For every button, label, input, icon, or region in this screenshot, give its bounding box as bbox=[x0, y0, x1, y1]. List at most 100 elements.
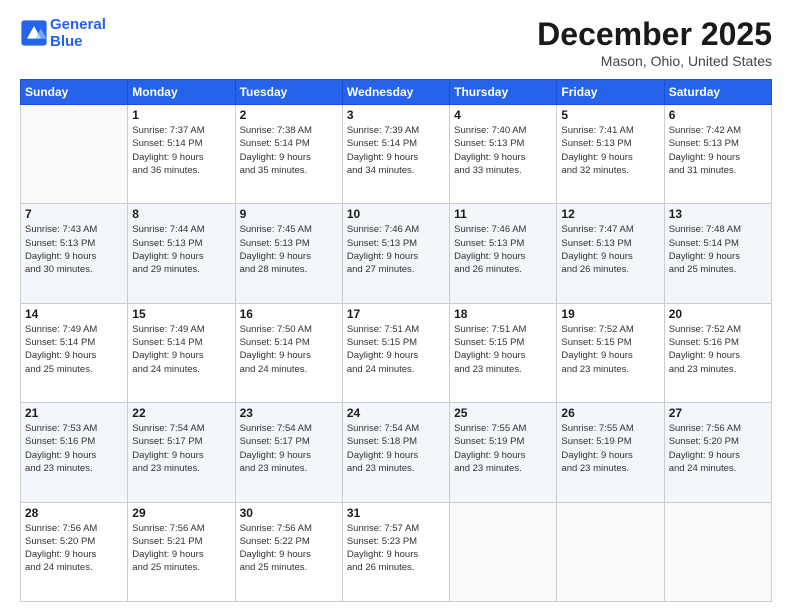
calendar-cell: 7 Sunrise: 7:43 AM Sunset: 5:13 PM Daylig… bbox=[21, 204, 128, 303]
day-number: 19 bbox=[561, 307, 659, 321]
day-info: Sunrise: 7:52 AM Sunset: 5:15 PM Dayligh… bbox=[561, 323, 659, 376]
calendar-cell: 25 Sunrise: 7:55 AM Sunset: 5:19 PM Dayli… bbox=[450, 403, 557, 502]
calendar-week-row: 14 Sunrise: 7:49 AM Sunset: 5:14 PM Dayli… bbox=[21, 303, 772, 402]
calendar-cell: 23Sunrise: 7:54 AM Sunset: 5:17 PM Dayli… bbox=[235, 403, 342, 502]
day-number: 5 bbox=[561, 108, 659, 122]
day-number: 1 bbox=[132, 108, 230, 122]
day-info: Sunrise: 7:52 AM Sunset: 5:16 PM Dayligh… bbox=[669, 323, 767, 376]
calendar-cell: 20 Sunrise: 7:52 AM Sunset: 5:16 PM Dayli… bbox=[664, 303, 771, 402]
day-number: 28 bbox=[25, 506, 123, 520]
page-container: General Blue December 2025 Mason, Ohio, … bbox=[0, 0, 792, 612]
day-number: 16 bbox=[240, 307, 338, 321]
day-info: Sunrise: 7:37 AM Sunset: 5:14 PM Dayligh… bbox=[132, 124, 230, 177]
day-number: 25 bbox=[454, 406, 552, 420]
day-info: Sunrise: 7:56 AM Sunset: 5:20 PM Dayligh… bbox=[25, 522, 123, 575]
day-number: 3 bbox=[347, 108, 445, 122]
day-info: Sunrise: 7:50 AM Sunset: 5:14 PM Dayligh… bbox=[240, 323, 338, 376]
day-info: Sunrise: 7:46 AM Sunset: 5:13 PM Dayligh… bbox=[454, 223, 552, 276]
day-info: Sunrise: 7:42 AM Sunset: 5:13 PM Dayligh… bbox=[669, 124, 767, 177]
weekday-header-saturday: Saturday bbox=[664, 80, 771, 105]
day-info: Sunrise: 7:54 AM Sunset: 5:17 PM Dayligh… bbox=[132, 422, 230, 475]
location: Mason, Ohio, United States bbox=[537, 53, 772, 69]
calendar-cell: 22 Sunrise: 7:54 AM Sunset: 5:17 PM Dayli… bbox=[128, 403, 235, 502]
calendar-cell: 4 Sunrise: 7:40 AM Sunset: 5:13 PM Daylig… bbox=[450, 105, 557, 204]
day-info: Sunrise: 7:56 AM Sunset: 5:22 PM Dayligh… bbox=[240, 522, 338, 575]
day-number: 9 bbox=[240, 207, 338, 221]
day-info: Sunrise: 7:56 AM Sunset: 5:21 PM Dayligh… bbox=[132, 522, 230, 575]
weekday-header-tuesday: Tuesday bbox=[235, 80, 342, 105]
calendar-cell: 30 Sunrise: 7:56 AM Sunset: 5:22 PM Dayli… bbox=[235, 502, 342, 601]
day-number: 4 bbox=[454, 108, 552, 122]
calendar-cell bbox=[450, 502, 557, 601]
day-number: 23 bbox=[240, 406, 338, 420]
calendar-cell: 16 Sunrise: 7:50 AM Sunset: 5:14 PM Dayli… bbox=[235, 303, 342, 402]
logo: General Blue bbox=[20, 16, 106, 51]
day-number: 11 bbox=[454, 207, 552, 221]
day-info: Sunrise: 7:48 AM Sunset: 5:14 PM Dayligh… bbox=[669, 223, 767, 276]
weekday-header-friday: Friday bbox=[557, 80, 664, 105]
calendar-cell bbox=[557, 502, 664, 601]
day-info: Sunrise: 7:56 AM Sunset: 5:20 PM Dayligh… bbox=[669, 422, 767, 475]
day-info: Sunrise: 7:45 AM Sunset: 5:13 PM Dayligh… bbox=[240, 223, 338, 276]
day-number: 31 bbox=[347, 506, 445, 520]
day-number: 26 bbox=[561, 406, 659, 420]
calendar-week-row: 1 Sunrise: 7:37 AM Sunset: 5:14 PM Daylig… bbox=[21, 105, 772, 204]
calendar-table: SundayMondayTuesdayWednesdayThursdayFrid… bbox=[20, 79, 772, 602]
calendar-cell: 1 Sunrise: 7:37 AM Sunset: 5:14 PM Daylig… bbox=[128, 105, 235, 204]
day-number: 14 bbox=[25, 307, 123, 321]
header: General Blue December 2025 Mason, Ohio, … bbox=[20, 16, 772, 69]
day-number: 29 bbox=[132, 506, 230, 520]
day-info: Sunrise: 7:54 AM Sunset: 5:18 PM Dayligh… bbox=[347, 422, 445, 475]
day-number: 24 bbox=[347, 406, 445, 420]
calendar-cell: 15 Sunrise: 7:49 AM Sunset: 5:14 PM Dayli… bbox=[128, 303, 235, 402]
calendar-cell: 13Sunrise: 7:48 AM Sunset: 5:14 PM Dayli… bbox=[664, 204, 771, 303]
day-number: 10 bbox=[347, 207, 445, 221]
day-number: 15 bbox=[132, 307, 230, 321]
calendar-cell: 14 Sunrise: 7:49 AM Sunset: 5:14 PM Dayli… bbox=[21, 303, 128, 402]
weekday-header-wednesday: Wednesday bbox=[342, 80, 449, 105]
day-info: Sunrise: 7:47 AM Sunset: 5:13 PM Dayligh… bbox=[561, 223, 659, 276]
day-info: Sunrise: 7:55 AM Sunset: 5:19 PM Dayligh… bbox=[454, 422, 552, 475]
calendar-cell: 8Sunrise: 7:44 AM Sunset: 5:13 PM Daylig… bbox=[128, 204, 235, 303]
day-number: 30 bbox=[240, 506, 338, 520]
day-number: 21 bbox=[25, 406, 123, 420]
calendar-cell: 21Sunrise: 7:53 AM Sunset: 5:16 PM Dayli… bbox=[21, 403, 128, 502]
day-number: 20 bbox=[669, 307, 767, 321]
day-info: Sunrise: 7:40 AM Sunset: 5:13 PM Dayligh… bbox=[454, 124, 552, 177]
calendar-cell: 24 Sunrise: 7:54 AM Sunset: 5:18 PM Dayli… bbox=[342, 403, 449, 502]
calendar-week-row: 7 Sunrise: 7:43 AM Sunset: 5:13 PM Daylig… bbox=[21, 204, 772, 303]
calendar-cell: 5 Sunrise: 7:41 AM Sunset: 5:13 PM Daylig… bbox=[557, 105, 664, 204]
weekday-header-sunday: Sunday bbox=[21, 80, 128, 105]
title-block: December 2025 Mason, Ohio, United States bbox=[537, 16, 772, 69]
calendar-cell: 29 Sunrise: 7:56 AM Sunset: 5:21 PM Dayli… bbox=[128, 502, 235, 601]
calendar-week-row: 28 Sunrise: 7:56 AM Sunset: 5:20 PM Dayli… bbox=[21, 502, 772, 601]
day-info: Sunrise: 7:49 AM Sunset: 5:14 PM Dayligh… bbox=[25, 323, 123, 376]
weekday-header-thursday: Thursday bbox=[450, 80, 557, 105]
day-number: 7 bbox=[25, 207, 123, 221]
calendar-cell: 28 Sunrise: 7:56 AM Sunset: 5:20 PM Dayli… bbox=[21, 502, 128, 601]
month-title: December 2025 bbox=[537, 16, 772, 53]
logo-icon bbox=[20, 19, 48, 47]
day-info: Sunrise: 7:46 AM Sunset: 5:13 PM Dayligh… bbox=[347, 223, 445, 276]
day-info: Sunrise: 7:55 AM Sunset: 5:19 PM Dayligh… bbox=[561, 422, 659, 475]
calendar-cell: 10 Sunrise: 7:46 AM Sunset: 5:13 PM Dayli… bbox=[342, 204, 449, 303]
calendar-cell: 11 Sunrise: 7:46 AM Sunset: 5:13 PM Dayli… bbox=[450, 204, 557, 303]
day-info: Sunrise: 7:49 AM Sunset: 5:14 PM Dayligh… bbox=[132, 323, 230, 376]
calendar-week-row: 21Sunrise: 7:53 AM Sunset: 5:16 PM Dayli… bbox=[21, 403, 772, 502]
day-number: 8 bbox=[132, 207, 230, 221]
day-info: Sunrise: 7:51 AM Sunset: 5:15 PM Dayligh… bbox=[454, 323, 552, 376]
calendar-cell: 27 Sunrise: 7:56 AM Sunset: 5:20 PM Dayli… bbox=[664, 403, 771, 502]
calendar-cell: 19 Sunrise: 7:52 AM Sunset: 5:15 PM Dayli… bbox=[557, 303, 664, 402]
calendar-cell: 6Sunrise: 7:42 AM Sunset: 5:13 PM Daylig… bbox=[664, 105, 771, 204]
day-number: 22 bbox=[132, 406, 230, 420]
day-info: Sunrise: 7:41 AM Sunset: 5:13 PM Dayligh… bbox=[561, 124, 659, 177]
day-number: 27 bbox=[669, 406, 767, 420]
calendar-cell: 17Sunrise: 7:51 AM Sunset: 5:15 PM Dayli… bbox=[342, 303, 449, 402]
day-info: Sunrise: 7:43 AM Sunset: 5:13 PM Dayligh… bbox=[25, 223, 123, 276]
calendar-cell: 26 Sunrise: 7:55 AM Sunset: 5:19 PM Dayli… bbox=[557, 403, 664, 502]
calendar-cell bbox=[664, 502, 771, 601]
day-number: 17 bbox=[347, 307, 445, 321]
calendar-cell: 9 Sunrise: 7:45 AM Sunset: 5:13 PM Daylig… bbox=[235, 204, 342, 303]
calendar-cell: 12Sunrise: 7:47 AM Sunset: 5:13 PM Dayli… bbox=[557, 204, 664, 303]
weekday-header-row: SundayMondayTuesdayWednesdayThursdayFrid… bbox=[21, 80, 772, 105]
